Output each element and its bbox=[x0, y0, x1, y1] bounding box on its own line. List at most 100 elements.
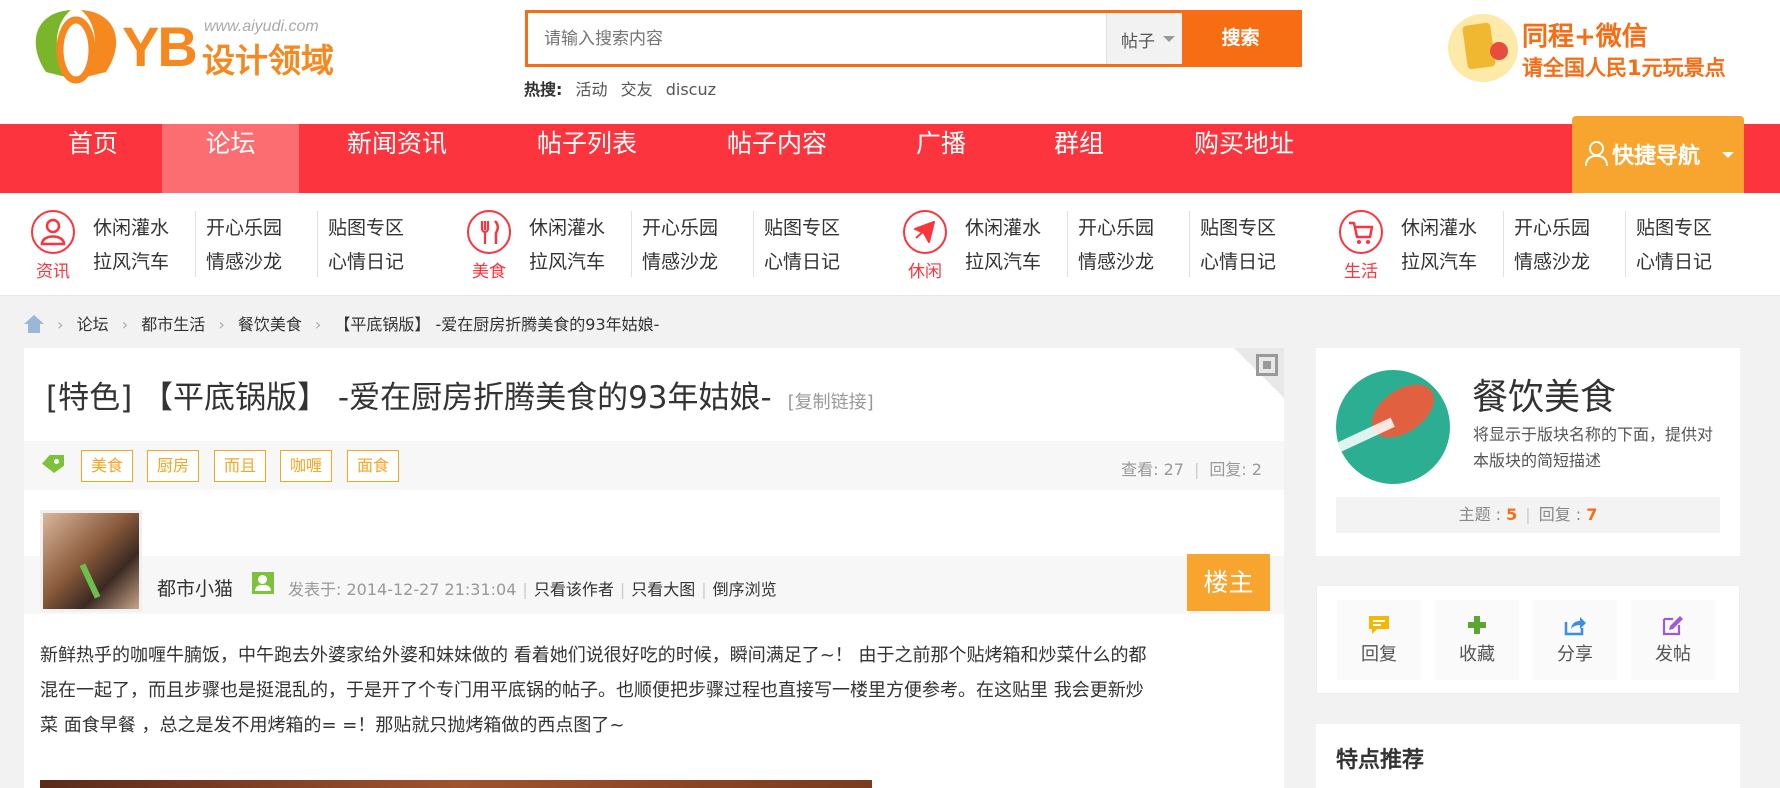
post-meta: 发表于: 2014-12-27 21:31:04 | 只看该作者 | 只看大图 | 倒序浏览 bbox=[288, 580, 777, 599]
comment-icon bbox=[1367, 614, 1391, 636]
chevron-down-icon bbox=[1163, 36, 1175, 42]
subnav-link[interactable]: 拉风汽车 bbox=[1401, 245, 1495, 279]
favorite-button[interactable]: 收藏 bbox=[1435, 600, 1519, 680]
search-input[interactable] bbox=[528, 13, 1106, 64]
subnav-group-life: 生活 休闲灌水 拉风汽车 开心乐园 情感沙龙 贴图专区 心情日记 bbox=[1339, 193, 1759, 296]
breadcrumb-item[interactable]: 论坛 bbox=[77, 315, 109, 334]
reply-button[interactable]: 回复 bbox=[1337, 600, 1421, 680]
subnav-link[interactable]: 拉风汽车 bbox=[965, 245, 1059, 279]
subnav-link[interactable]: 心情日记 bbox=[1200, 245, 1301, 279]
site-logo[interactable]: YB www.aiyudi.com 设计领域 bbox=[26, 0, 336, 95]
promo-title: 同程+微信 bbox=[1522, 22, 1648, 52]
share-label: 分享 bbox=[1557, 644, 1593, 665]
breadcrumb-item[interactable]: 餐饮美食 bbox=[238, 315, 302, 334]
subnav-link[interactable]: 贴图专区 bbox=[1636, 211, 1737, 245]
subnav-column: 贴图专区 心情日记 bbox=[1625, 211, 1737, 277]
avatar[interactable] bbox=[40, 510, 142, 612]
tag-bar: 美食 厨房 而且 咖喱 面食 查看: 27 | 回复: 2 bbox=[24, 441, 1284, 490]
reply-label: 回复 bbox=[1361, 644, 1397, 665]
nav-item-groups[interactable]: 群组 bbox=[1028, 124, 1130, 193]
promo-phone-icon bbox=[1448, 14, 1518, 82]
reverse-order-link[interactable]: 倒序浏览 bbox=[713, 580, 777, 599]
main-nav: 首页 论坛 新闻资讯 帖子列表 帖子内容 广播 群组 购买地址 bbox=[0, 124, 1780, 193]
chevron-right-icon: › bbox=[218, 315, 225, 334]
subnav-link[interactable]: 休闲灌水 bbox=[93, 211, 187, 245]
subnav-link[interactable]: 情感沙龙 bbox=[206, 245, 307, 279]
forum-stats: 主题 : 5 | 回复 : 7 bbox=[1336, 497, 1720, 533]
nav-item-thread-list[interactable]: 帖子列表 bbox=[510, 124, 664, 193]
quick-nav-button[interactable]: 快捷导航 bbox=[1572, 116, 1744, 193]
subnav-link[interactable]: 拉风汽车 bbox=[529, 245, 623, 279]
subnav-link[interactable]: 贴图专区 bbox=[328, 211, 429, 245]
post-body-line: 新鲜热乎的咖喱牛腩饭，中午跑去外婆家给外婆和妹妹做的 看着她们说很好吃的时候，瞬… bbox=[40, 645, 1147, 666]
subnav-link[interactable]: 休闲灌水 bbox=[1401, 211, 1495, 245]
qr-code-icon[interactable] bbox=[1234, 348, 1284, 398]
search-scope-select[interactable]: 帖子 bbox=[1106, 13, 1185, 64]
subnav-link[interactable]: 贴图专区 bbox=[1200, 211, 1301, 245]
subnav-link[interactable]: 心情日记 bbox=[764, 245, 865, 279]
forum-name[interactable]: 餐饮美食 bbox=[1472, 368, 1616, 420]
large-images-link[interactable]: 只看大图 bbox=[631, 580, 695, 599]
only-author-link[interactable]: 只看该作者 bbox=[534, 580, 614, 599]
recommend-card: 特点推荐 bbox=[1316, 724, 1740, 788]
subnav-column: 开心乐园 情感沙龙 bbox=[1067, 211, 1179, 277]
subnav-link[interactable]: 开心乐园 bbox=[642, 211, 743, 245]
nav-item-forum[interactable]: 论坛 bbox=[162, 124, 299, 193]
subnav-link[interactable]: 情感沙龙 bbox=[1078, 245, 1179, 279]
nav-item-broadcast[interactable]: 广播 bbox=[890, 124, 992, 193]
post-title: [特色] 【平底锅版】 -爱在厨房折腾美食的93年姑娘- [复制链接] bbox=[46, 372, 874, 417]
copy-link-button[interactable]: [复制链接] bbox=[788, 392, 874, 413]
search-button[interactable]: 搜索 bbox=[1182, 13, 1299, 64]
post-body-line: 菜 面食早餐 ，总之是发不用烤箱的= =！那贴就只抛烤箱做的西点图了~ bbox=[40, 715, 625, 736]
subnav-link[interactable]: 情感沙龙 bbox=[1514, 245, 1615, 279]
tag-icon bbox=[42, 455, 64, 473]
post-body: 新鲜热乎的咖喱牛腩饭，中午跑去外婆家给外婆和妹妹做的 看着她们说很好吃的时候，瞬… bbox=[40, 638, 1276, 743]
subnav-link[interactable]: 休闲灌水 bbox=[529, 211, 623, 245]
home-icon[interactable] bbox=[24, 315, 44, 333]
subnav-link[interactable]: 开心乐园 bbox=[1514, 211, 1615, 245]
subnav-link[interactable]: 贴图专区 bbox=[764, 211, 865, 245]
post-tag[interactable]: 厨房 bbox=[147, 450, 200, 482]
person-icon bbox=[31, 210, 75, 254]
nav-item-home[interactable]: 首页 bbox=[34, 124, 152, 193]
subnav-column: 贴图专区 心情日记 bbox=[753, 211, 865, 277]
post-tag[interactable]: 面食 bbox=[347, 450, 400, 482]
nav-item-thread-content[interactable]: 帖子内容 bbox=[700, 124, 854, 193]
forum-info-card: 餐饮美食 将显示于版块名称的下面，提供对本版块的简短描述 主题 : 5 | 回复 :… bbox=[1316, 348, 1740, 556]
subnav-column: 开心乐园 情感沙龙 bbox=[195, 211, 307, 277]
subnav-link[interactable]: 心情日记 bbox=[328, 245, 429, 279]
recommend-title: 特点推荐 bbox=[1336, 748, 1425, 773]
share-button[interactable]: 分享 bbox=[1533, 600, 1617, 680]
post-tag[interactable]: 咖喱 bbox=[280, 450, 333, 482]
topics-label: 主题 : bbox=[1458, 505, 1502, 524]
plane-icon bbox=[903, 210, 947, 254]
nav-item-news[interactable]: 新闻资讯 bbox=[320, 124, 474, 193]
replies-count: 7 bbox=[1586, 505, 1598, 524]
subnav-link[interactable]: 开心乐园 bbox=[1078, 211, 1179, 245]
promo-banner[interactable]: 同程+微信 请全国人民1元玩景点 bbox=[1448, 12, 1748, 86]
new-post-button[interactable]: 发帖 bbox=[1631, 600, 1715, 680]
post-tag[interactable]: 美食 bbox=[81, 450, 134, 482]
hot-search-term[interactable]: 活动 bbox=[576, 80, 608, 99]
subnav-link[interactable]: 情感沙龙 bbox=[642, 245, 743, 279]
subnav-column: 开心乐园 情感沙龙 bbox=[631, 211, 743, 277]
nav-item-purchase[interactable]: 购买地址 bbox=[1166, 124, 1322, 193]
post-actions: 回复 收藏 分享 发帖 bbox=[1316, 585, 1740, 694]
subnav-column: 开心乐园 情感沙龙 bbox=[1503, 211, 1615, 277]
subnav-column: 贴图专区 心情日记 bbox=[1189, 211, 1301, 277]
subnav-link[interactable]: 拉风汽车 bbox=[93, 245, 187, 279]
breadcrumb-item[interactable]: 都市生活 bbox=[141, 315, 205, 334]
hot-search-term[interactable]: discuz bbox=[666, 80, 716, 99]
logo-mark-icon bbox=[35, 10, 117, 84]
subnav-link[interactable]: 心情日记 bbox=[1636, 245, 1737, 279]
subnav-link[interactable]: 开心乐园 bbox=[206, 211, 307, 245]
chevron-right-icon: › bbox=[121, 315, 129, 334]
hot-search-term[interactable]: 交友 bbox=[621, 80, 653, 99]
new-post-label: 发帖 bbox=[1655, 644, 1691, 665]
quick-nav-label: 快捷导航 bbox=[1612, 144, 1701, 169]
author-name[interactable]: 都市小猫 bbox=[157, 574, 233, 601]
post-stats: 查看: 27 | 回复: 2 bbox=[1121, 460, 1262, 479]
forum-description: 将显示于版块名称的下面，提供对本版块的简短描述 bbox=[1473, 425, 1714, 470]
post-tag[interactable]: 而且 bbox=[214, 450, 267, 482]
subnav-link[interactable]: 休闲灌水 bbox=[965, 211, 1059, 245]
